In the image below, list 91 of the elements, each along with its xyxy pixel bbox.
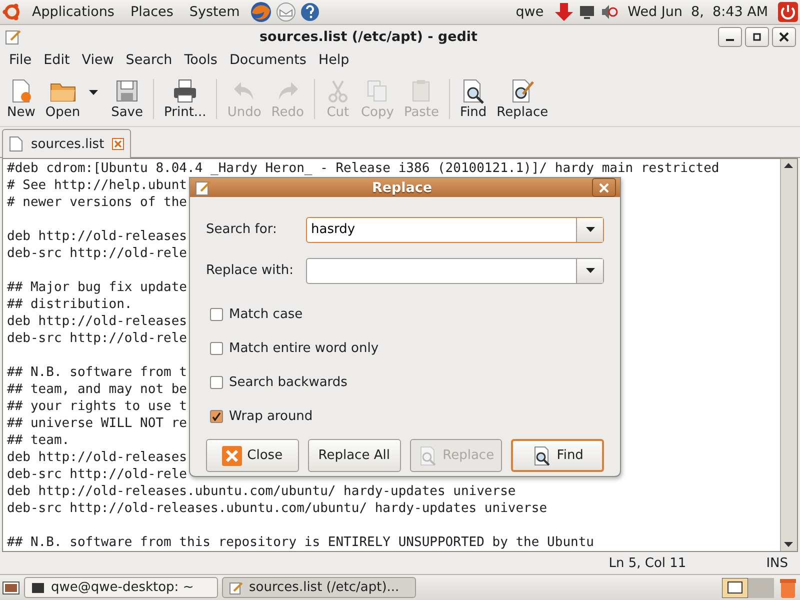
close-icon	[779, 32, 789, 42]
checkbox[interactable]	[210, 410, 223, 423]
toolbar-button[interactable]: Replace	[492, 76, 554, 122]
status-text: INS	[766, 556, 788, 571]
checkbox-label[interactable]: Wrap around	[229, 408, 313, 424]
panel-menu[interactable]: Applications	[26, 4, 120, 20]
checkbox[interactable]	[210, 342, 223, 355]
close-button[interactable]	[592, 178, 616, 198]
menu-item[interactable]: Search	[120, 52, 178, 68]
minimize-button[interactable]	[718, 26, 742, 47]
document-icon	[9, 136, 23, 152]
checkbox-label[interactable]: Search backwards	[229, 374, 348, 390]
code-line: # See http://help.ubunt	[7, 178, 188, 194]
checkbox[interactable]	[210, 376, 223, 389]
close-button[interactable]	[772, 26, 796, 47]
code-line: # newer versions of the	[7, 195, 188, 210]
dropdown-arrow-icon	[89, 90, 98, 95]
dialog-button[interactable]: Close	[206, 439, 299, 472]
dropdown-arrow-icon	[586, 268, 594, 274]
dialog-button[interactable]: Find	[511, 439, 604, 472]
code-line: ## team.	[7, 433, 70, 448]
close-icon	[599, 182, 609, 193]
help-icon[interactable]	[300, 2, 320, 22]
minimize-icon	[726, 38, 734, 41]
code-line: ## your rights to use t	[7, 399, 188, 414]
down-arrow-icon[interactable]	[554, 2, 574, 22]
code-line: ## distribution.	[7, 297, 132, 312]
taskbar-button[interactable]: qwe@qwe-desktop: ~	[24, 577, 218, 598]
globe-browser-icon[interactable]	[250, 0, 272, 23]
trash-icon[interactable]	[778, 576, 798, 599]
notepad-icon	[4, 28, 22, 46]
panel-menu[interactable]: Places	[124, 4, 180, 20]
taskbar-button[interactable]: sources.list (/etc/apt)...	[222, 577, 416, 598]
code-line: deb http://old-releases.ubuntu.com/ubuntu/ hardy-updates universe	[7, 484, 516, 500]
code-line: deb-src http://old-rele	[7, 246, 188, 262]
toolbar-button[interactable]: Open	[40, 76, 86, 122]
code-line: ## universe WILL NOT re	[7, 416, 188, 432]
code-line: ## N.B. software from t	[7, 365, 188, 380]
scrollbar[interactable]	[780, 159, 797, 552]
code-line: deb-src http://old-releases.ubuntu.com/ubuntu/ hardy-updates universe	[7, 501, 548, 516]
combo-field[interactable]	[306, 258, 604, 284]
toolbar-button[interactable]: Find	[455, 76, 492, 122]
field-label: Search for:	[206, 222, 278, 238]
dropdown-arrow-icon	[586, 227, 594, 232]
status-text: Ln 5, Col 11	[608, 556, 686, 571]
search-icon	[532, 446, 552, 466]
maximize-button[interactable]	[745, 26, 769, 47]
ubuntu-logo-icon[interactable]	[2, 2, 22, 22]
menu-item[interactable]: Documents	[223, 52, 312, 68]
menu-item[interactable]: Edit	[38, 52, 76, 68]
speaker-muted-icon[interactable]	[600, 2, 618, 21]
code-line: deb-src http://old-rele	[7, 331, 188, 346]
close-icon	[222, 446, 242, 466]
toolbar-button[interactable]: Save	[106, 76, 148, 122]
code-line: deb http://old-releases	[7, 314, 188, 330]
code-line: ## team, and may not be	[7, 382, 188, 398]
code-line: deb http://old-releases	[7, 229, 188, 244]
menu-item[interactable]: File	[3, 52, 38, 68]
menu-item[interactable]: Tools	[178, 52, 224, 68]
checkbox-label[interactable]: Match case	[229, 306, 303, 322]
text-input[interactable]: hasrdy	[307, 218, 576, 242]
show-desktop-icon[interactable]	[2, 578, 20, 597]
notepad-icon	[229, 580, 243, 595]
checkbox-label[interactable]: Match entire word only	[229, 340, 379, 356]
code-line: ## Major bug fix update	[7, 280, 188, 296]
code-line: #deb cdrom:[Ubuntu 8.04.4 _Hardy Heron_ - Release i386 (20100121.1)]/ hardy main restricted	[7, 161, 720, 176]
dialog-title: Replace	[370, 180, 434, 196]
window-title: sources.list (/etc/apt) - gedit	[258, 28, 478, 45]
menu-item[interactable]: Help	[312, 52, 356, 68]
menu-item[interactable]: View	[76, 52, 120, 68]
workspace-switcher-icon[interactable]	[722, 578, 774, 598]
maximize-icon	[752, 32, 762, 42]
toolbar-button[interactable]: Print...	[159, 76, 212, 122]
checkbox[interactable]	[210, 308, 223, 321]
dialog-button[interactable]: Replace All	[308, 439, 400, 472]
combo-field[interactable]: hasrdy	[306, 216, 604, 243]
terminal-icon	[31, 580, 45, 595]
toolbar-button[interactable]: New	[2, 76, 40, 122]
code-line: deb http://old-releases	[7, 450, 188, 466]
code-line: ## N.B. software from this repository is ENTIRELY UNSUPPORTED by the Ubuntu	[7, 535, 594, 550]
code-line: deb-src http://old-rele	[7, 467, 188, 482]
panel-menu[interactable]: System	[183, 4, 246, 20]
power-icon[interactable]	[778, 2, 798, 22]
field-label: Replace with:	[206, 263, 295, 278]
envelope-icon[interactable]	[276, 2, 296, 22]
user-name[interactable]: qwe	[510, 4, 550, 20]
close-tab-icon[interactable]	[112, 138, 124, 150]
document-tab[interactable]: sources.list	[2, 129, 132, 158]
dropdown-arrow[interactable]	[89, 90, 98, 95]
clock[interactable]: Wed Jun 8, 8:43 AM	[622, 4, 774, 20]
find-replace-icon	[418, 446, 438, 466]
